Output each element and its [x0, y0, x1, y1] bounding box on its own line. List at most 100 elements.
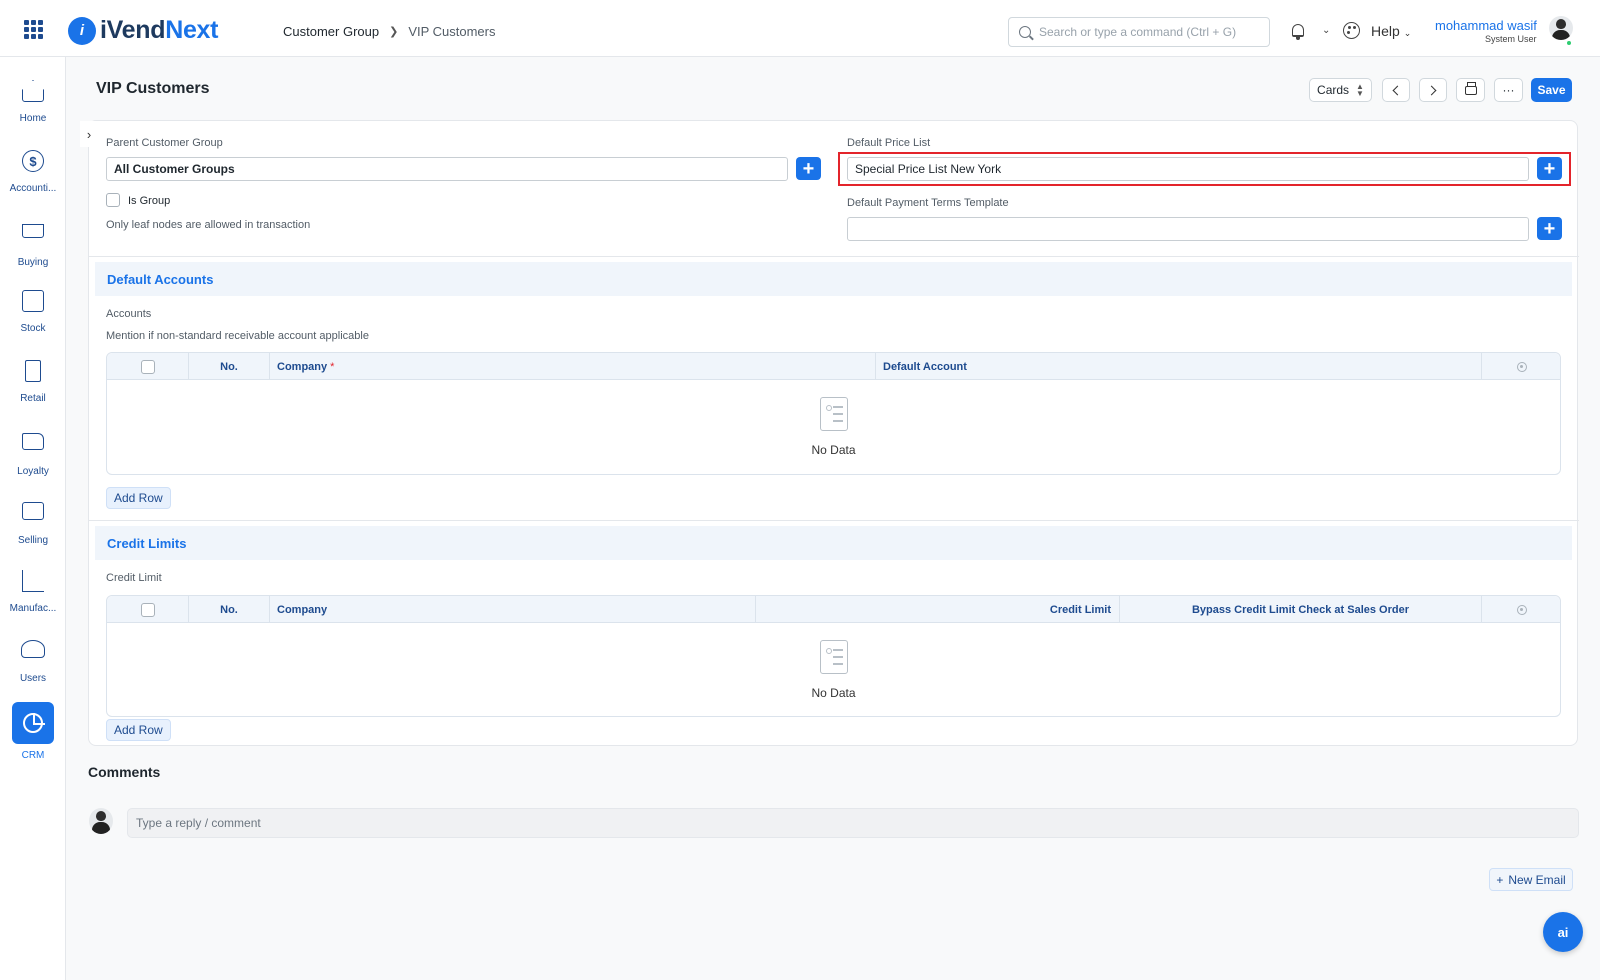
comments-title: Comments — [88, 764, 161, 780]
sidebar-item-selling[interactable]: Selling — [0, 500, 66, 546]
breadcrumb-current[interactable]: VIP Customers — [408, 24, 495, 39]
selling-icon — [22, 502, 44, 520]
logo-mark-icon: i — [68, 16, 96, 45]
column-company: Company — [270, 596, 756, 623]
is-group-label: Is Group — [128, 195, 171, 207]
select-all-cell — [107, 353, 189, 380]
no-data-icon — [819, 397, 848, 431]
required-marker: * — [330, 360, 335, 373]
highlight-box — [838, 152, 1571, 186]
section-header-credit-limits[interactable]: Credit Limits — [95, 526, 1572, 560]
add-row-button[interactable]: Add Row — [106, 719, 171, 741]
column-company: Company * — [270, 353, 876, 380]
logo-text: iVendNext — [100, 16, 219, 44]
print-button[interactable] — [1456, 78, 1485, 102]
add-parent-group-button[interactable]: + — [796, 157, 821, 180]
user-role: System User — [1485, 34, 1537, 44]
apps-grid-icon[interactable] — [24, 20, 43, 39]
accounts-label: Accounts — [106, 308, 152, 320]
select-all-checkbox[interactable] — [140, 359, 155, 374]
top-bar: i iVendNext Customer Group ❯ VIP Custome… — [0, 0, 1600, 57]
parent-group-field[interactable]: All Customer Groups — [106, 157, 788, 181]
new-email-button[interactable]: + New Email — [1489, 868, 1573, 891]
factory-icon — [22, 570, 44, 592]
sort-updown-icon: ▲ ▼ — [1356, 82, 1364, 98]
breadcrumb-parent[interactable]: Customer Group — [283, 24, 379, 39]
page-title: VIP Customers — [96, 80, 210, 97]
retail-icon — [25, 360, 41, 382]
section-divider — [89, 256, 1579, 257]
sidebar-item-buying[interactable]: Buying — [0, 220, 66, 268]
sidebar-item-stock[interactable]: Stock — [0, 290, 66, 334]
save-button[interactable]: Save — [1531, 78, 1572, 102]
form-card: › Parent Customer Group All Customer Gro… — [80, 120, 1579, 746]
gear-icon[interactable] — [1517, 362, 1527, 372]
help-menu[interactable]: Help ⌄ — [1371, 23, 1411, 39]
accounts-description: Mention if non-standard receivable accou… — [106, 330, 369, 342]
column-credit-limit: Credit Limit — [756, 596, 1120, 623]
crm-icon — [23, 713, 45, 733]
select-all-cell — [107, 596, 189, 623]
sidebar-item-label: Stock — [20, 323, 46, 334]
box-icon — [22, 290, 44, 312]
credit-limits-table: No. Company Credit Limit Bypass Credit L… — [106, 595, 1561, 717]
leaf-node-note: Only leaf nodes are allowed in transacti… — [106, 219, 311, 231]
sidebar-item-home[interactable]: Home — [0, 80, 66, 124]
sidebar-item-label: CRM — [21, 750, 45, 761]
breadcrumb: Customer Group ❯ VIP Customers — [283, 24, 496, 39]
next-record-button[interactable] — [1419, 78, 1447, 102]
gear-icon[interactable] — [1517, 605, 1527, 615]
sidebar-item-accounting[interactable]: $ Accounti... — [0, 150, 66, 194]
column-default-account: Default Account — [876, 353, 1482, 380]
chevron-down-icon[interactable]: ⌄ — [1322, 25, 1330, 36]
cart-icon — [22, 224, 44, 238]
table-header: No. Company * Default Account — [107, 353, 1560, 380]
select-all-checkbox[interactable] — [140, 602, 155, 617]
app-logo[interactable]: i iVendNext — [68, 16, 218, 45]
column-no: No. — [189, 596, 270, 623]
online-status-dot — [1566, 40, 1572, 46]
comment-input[interactable]: Type a reply / comment — [127, 808, 1579, 838]
add-payment-terms-button[interactable]: + — [1537, 217, 1562, 240]
dollar-icon: $ — [22, 150, 44, 172]
no-data-text: No Data — [811, 686, 856, 700]
sidebar-item-users[interactable]: Users — [0, 640, 66, 684]
sidebar-item-crm[interactable]: CRM — [0, 702, 66, 761]
no-data-icon — [819, 640, 848, 674]
sidebar-item-retail[interactable]: Retail — [0, 360, 66, 404]
theme-palette-icon[interactable] — [1343, 22, 1360, 39]
sidebar-item-manufacturing[interactable]: Manufac... — [0, 570, 66, 614]
search-input[interactable]: Search or type a command (Ctrl + G) — [1008, 17, 1270, 47]
sidebar-item-label: Retail — [20, 393, 46, 404]
sidebar: Home $ Accounti... Buying Stock Retail L… — [0, 57, 66, 980]
payment-terms-field[interactable] — [847, 217, 1529, 241]
more-icon: ··· — [1502, 83, 1515, 97]
user-avatar[interactable] — [1549, 16, 1573, 40]
plus-icon: + — [802, 157, 815, 180]
sidebar-item-label: Loyalty — [17, 466, 49, 477]
notification-bell-icon[interactable] — [1292, 24, 1304, 40]
credit-limit-label: Credit Limit — [106, 572, 162, 584]
accounts-table: No. Company * Default Account No Data — [106, 352, 1561, 475]
chevron-right-icon[interactable]: › — [80, 121, 98, 147]
ai-assistant-button[interactable]: ai — [1543, 912, 1583, 952]
add-row-button[interactable]: Add Row — [106, 487, 171, 509]
user-name[interactable]: mohammad wasif — [1435, 18, 1537, 33]
table-header: No. Company Credit Limit Bypass Credit L… — [107, 596, 1560, 623]
section-divider — [89, 520, 1579, 521]
section-header-default-accounts[interactable]: Default Accounts — [95, 262, 1572, 296]
printer-icon — [1464, 81, 1477, 95]
search-placeholder: Search or type a command (Ctrl + G) — [1039, 25, 1237, 39]
chevron-right-icon — [1426, 85, 1437, 95]
sidebar-item-label: Accounti... — [9, 183, 57, 194]
column-bypass-credit-check: Bypass Credit Limit Check at Sales Order — [1120, 596, 1482, 623]
plus-icon: + — [1543, 217, 1556, 240]
sidebar-item-loyalty[interactable]: Loyalty — [0, 430, 66, 477]
sidebar-item-label: Buying — [17, 257, 49, 268]
home-icon — [22, 80, 44, 102]
crm-active-tile — [12, 702, 54, 744]
more-actions-button[interactable]: ··· — [1494, 78, 1523, 102]
previous-record-button[interactable] — [1382, 78, 1410, 102]
view-switcher-button[interactable]: Cards ▲ ▼ — [1309, 78, 1372, 102]
is-group-checkbox[interactable] — [106, 193, 120, 207]
